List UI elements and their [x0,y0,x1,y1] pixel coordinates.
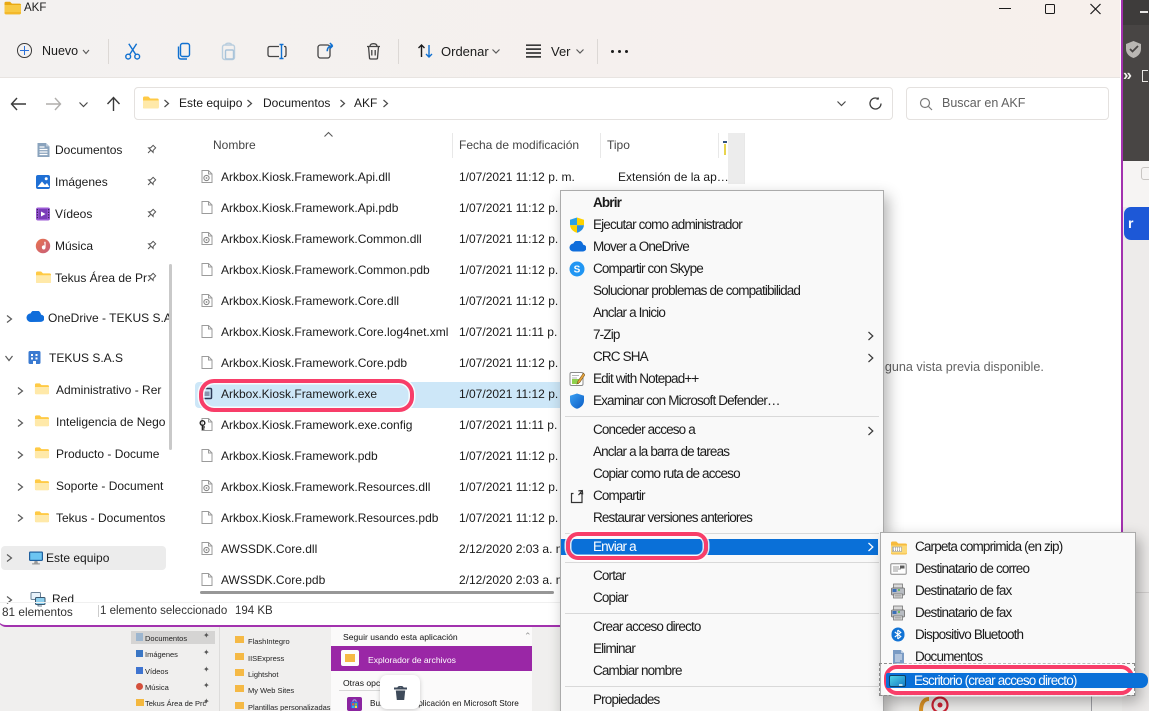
svg-text:S: S [574,265,581,276]
